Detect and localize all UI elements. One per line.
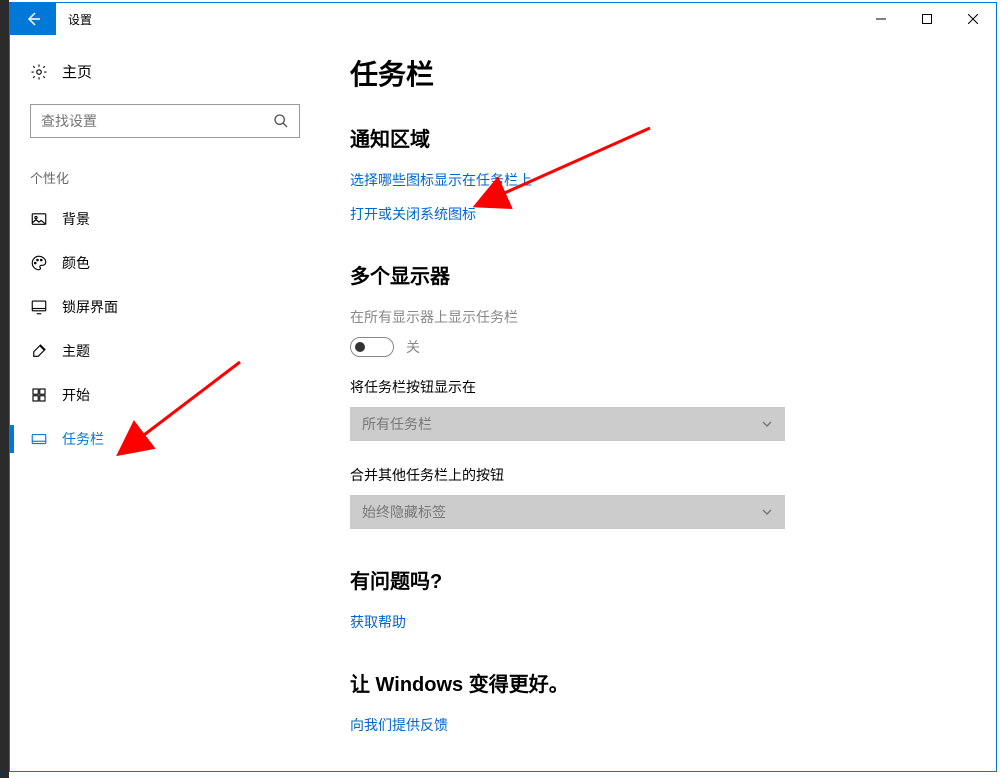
content: 任务栏 通知区域 选择哪些图标显示在任务栏上 打开或关闭系统图标 多个显示器 在… — [320, 35, 996, 771]
sidebar-item-lockscreen[interactable]: 锁屏界面 — [10, 285, 320, 329]
minimize-icon — [876, 14, 886, 24]
link-get-help[interactable]: 获取帮助 — [350, 612, 956, 632]
sidebar-item-taskbar[interactable]: 任务栏 — [10, 417, 320, 461]
sidebar-item-label: 颜色 — [62, 253, 90, 273]
section-feedback: 让 Windows 变得更好。 向我们提供反馈 — [350, 668, 956, 735]
section-heading: 有问题吗? — [350, 565, 956, 594]
gear-icon — [30, 63, 48, 81]
page-title: 任务栏 — [350, 53, 956, 93]
arrow-left-icon — [25, 11, 41, 27]
maximize-button[interactable] — [904, 3, 950, 35]
palette-icon — [30, 254, 48, 272]
show-all-toggle[interactable] — [350, 337, 394, 357]
home-button[interactable]: 主页 — [10, 53, 320, 90]
close-icon — [968, 14, 978, 24]
close-button[interactable] — [950, 3, 996, 35]
chevron-down-icon — [761, 506, 773, 518]
home-label: 主页 — [62, 61, 92, 82]
settings-window: 设置 主页 个性化 背景 — [9, 2, 997, 772]
titlebar: 设置 — [10, 3, 996, 35]
sidebar: 主页 个性化 背景 颜色 锁屏界面 — [10, 35, 320, 771]
grid-icon — [30, 386, 48, 404]
search-wrap — [10, 90, 320, 146]
section-help: 有问题吗? 获取帮助 — [350, 565, 956, 632]
combine-dropdown[interactable]: 始终隐藏标签 — [350, 495, 785, 529]
sidebar-item-label: 任务栏 — [62, 429, 104, 449]
sidebar-item-label: 锁屏界面 — [62, 297, 118, 317]
search-input[interactable] — [41, 113, 273, 129]
back-button[interactable] — [10, 3, 56, 35]
maximize-icon — [922, 14, 932, 24]
section-multimon: 多个显示器 在所有显示器上显示任务栏 关 将任务栏按钮显示在 所有任务栏 合并其… — [350, 260, 956, 529]
toggle-row: 关 — [350, 337, 956, 357]
minimize-button[interactable] — [858, 3, 904, 35]
sidebar-group-label: 个性化 — [10, 146, 320, 197]
body: 主页 个性化 背景 颜色 锁屏界面 — [10, 35, 996, 771]
sidebar-item-label: 主题 — [62, 341, 90, 361]
dropdown-value: 所有任务栏 — [362, 414, 432, 434]
dropdown-value: 始终隐藏标签 — [362, 502, 446, 522]
show-all-label: 在所有显示器上显示任务栏 — [350, 307, 956, 327]
combine-label: 合并其他任务栏上的按钮 — [350, 465, 956, 485]
buttons-on-dropdown[interactable]: 所有任务栏 — [350, 407, 785, 441]
brush-icon — [30, 342, 48, 360]
link-select-icons[interactable]: 选择哪些图标显示在任务栏上 — [350, 170, 956, 190]
monitor-icon — [30, 298, 48, 316]
sidebar-item-start[interactable]: 开始 — [10, 373, 320, 417]
sidebar-item-colors[interactable]: 颜色 — [10, 241, 320, 285]
section-notification: 通知区域 选择哪些图标显示在任务栏上 打开或关闭系统图标 — [350, 123, 956, 224]
image-icon — [30, 210, 48, 228]
search-icon — [273, 113, 289, 129]
title-spacer — [104, 3, 858, 35]
search-box[interactable] — [30, 104, 300, 138]
taskbar-icon — [30, 430, 48, 448]
sidebar-item-themes[interactable]: 主题 — [10, 329, 320, 373]
toggle-state-label: 关 — [406, 337, 420, 357]
link-feedback[interactable]: 向我们提供反馈 — [350, 715, 956, 735]
sidebar-item-background[interactable]: 背景 — [10, 197, 320, 241]
section-heading: 多个显示器 — [350, 260, 956, 289]
sidebar-item-label: 背景 — [62, 209, 90, 229]
sidebar-item-label: 开始 — [62, 385, 90, 405]
section-heading: 让 Windows 变得更好。 — [350, 668, 956, 697]
external-edge — [0, 0, 9, 778]
section-heading: 通知区域 — [350, 123, 956, 152]
window-title: 设置 — [56, 3, 104, 35]
buttons-on-label: 将任务栏按钮显示在 — [350, 377, 956, 397]
link-system-icons[interactable]: 打开或关闭系统图标 — [350, 204, 956, 224]
chevron-down-icon — [761, 418, 773, 430]
